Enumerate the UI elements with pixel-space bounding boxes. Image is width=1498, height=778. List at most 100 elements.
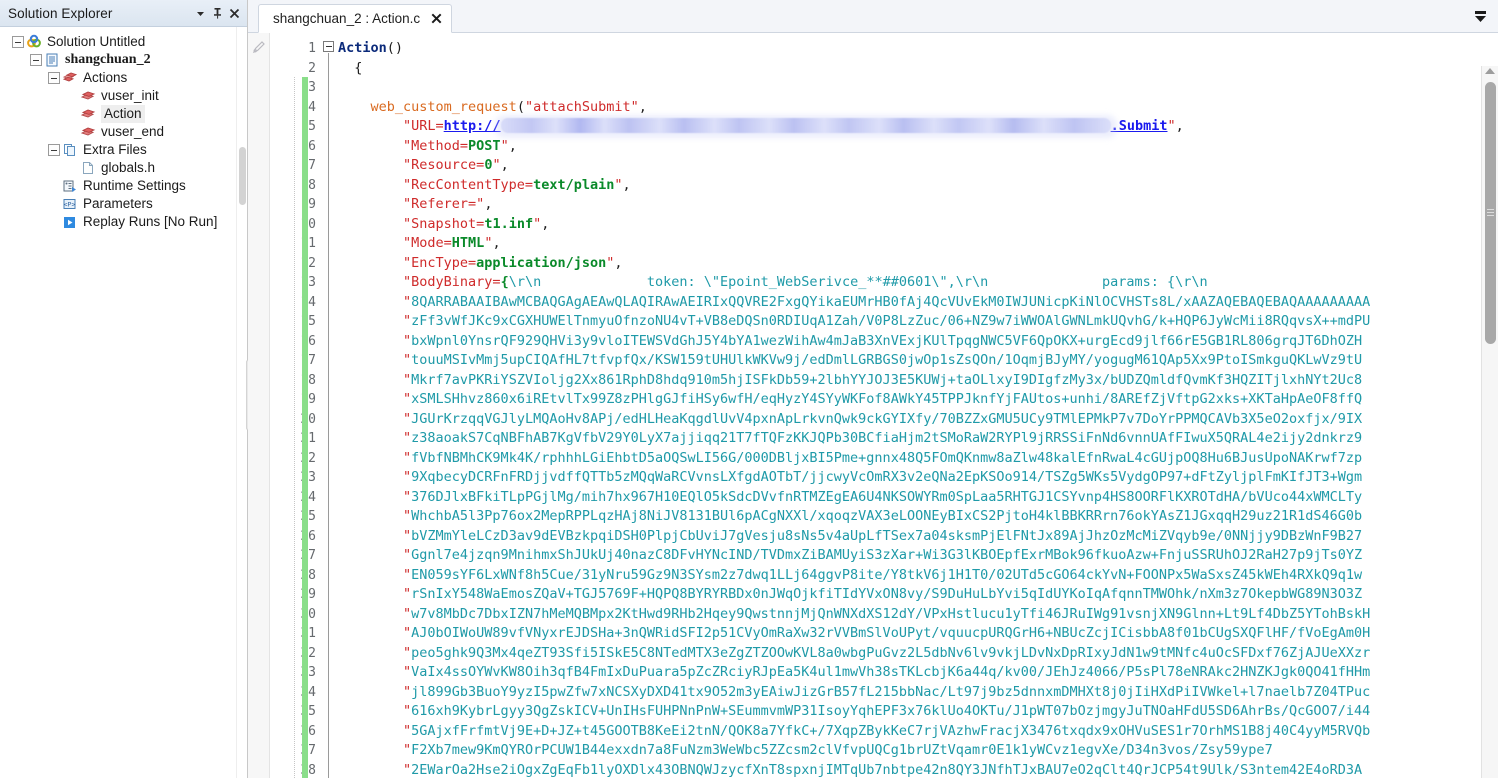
explorer-scroll-thumb[interactable] <box>239 147 246 205</box>
code-token: , <box>614 254 623 271</box>
code-token: " <box>338 742 412 758</box>
tree-item-actions[interactable]: Actions <box>4 69 247 87</box>
collapse-toggle-icon[interactable] <box>48 144 60 156</box>
close-icon[interactable] <box>226 5 243 22</box>
code-line: web_custom_request("attachSubmit", <box>338 98 1498 118</box>
tree-item-solution[interactable]: Solution Untitled <box>4 33 247 51</box>
tree-item-extra-files[interactable]: Extra Files <box>4 141 247 159</box>
tab-action-c[interactable]: shangchuan_2 : Action.c <box>258 4 453 33</box>
code-folding-margin[interactable] <box>322 33 338 778</box>
code-token: w7v8MbDc7DbxIZN7hMeMQBMpx2KtHwd9RHb2Hqey… <box>411 605 1371 622</box>
collapse-toggle-icon[interactable] <box>48 72 60 84</box>
tree-item-project[interactable]: shangchuan_2 <box>4 51 247 69</box>
tree-item-runtime-settings[interactable]: Runtime Settings <box>4 177 247 195</box>
tree-item-label: Parameters <box>83 196 153 211</box>
tree-item-vuser-init[interactable]: vuser_init <box>4 87 247 105</box>
code-token: WhchbA5l3Pp76ox2MepRPPLqzHAj8NiJV8131BUl… <box>411 508 1363 524</box>
editor-tabstrip: shangchuan_2 : Action.c <box>248 0 1498 33</box>
solution-icon <box>26 34 44 50</box>
code-line: "zFf3vWfJKc9xCGXHUWElTnmyuOfnzoNU4vT+VB8… <box>338 312 1498 332</box>
tree-item-label: vuser_end <box>101 124 165 139</box>
redacted-url-blur <box>500 118 1111 133</box>
tree-item-replay-runs[interactable]: Replay Runs [No Run] <box>4 213 247 231</box>
line-number: 35 <box>300 704 316 719</box>
code-token: " <box>338 722 412 739</box>
tree-item-label: vuser_init <box>101 88 159 103</box>
svg-text:<P>: <P> <box>64 201 76 209</box>
line-number: 33 <box>300 665 316 680</box>
scroll-up-arrow-icon[interactable] <box>1485 68 1495 74</box>
editor-vertical-scrollbar[interactable] <box>1481 66 1498 778</box>
code-token: " <box>492 157 501 173</box>
code-token: 5GAjxfFrfmtVj9E+D+JZ+t45GOOTB8KeEi2tnN/Q… <box>411 722 1371 739</box>
code-line: { <box>338 59 1498 79</box>
pin-icon[interactable] <box>209 5 226 22</box>
panel-title: Solution Explorer <box>8 5 113 21</box>
change-indicator-bar <box>302 77 308 778</box>
code-token: " <box>500 137 509 154</box>
code-token: " <box>338 761 412 778</box>
tree-item-label: globals.h <box>101 160 156 175</box>
code-token: " <box>338 410 412 427</box>
tree-item-globals-h[interactable]: globals.h <box>4 159 247 177</box>
code-token: , <box>541 215 550 232</box>
code-token: Action <box>338 40 387 56</box>
code-token: " <box>533 215 542 232</box>
code-token: " <box>338 527 412 544</box>
dropdown-icon[interactable] <box>192 5 209 22</box>
code-token: , <box>492 235 501 251</box>
action-brick-icon <box>80 124 98 140</box>
line-number: 26 <box>300 528 316 544</box>
code-token: "Resource= <box>338 157 485 173</box>
fold-collapse-icon[interactable] <box>323 41 334 52</box>
line-number: 25 <box>300 509 316 524</box>
code-editor[interactable]: 1 2 3 4 5 6 7 8 9 10 11 12 13 14 15 16 17 18 19 20 21 22 23 24 2… <box>248 33 1498 778</box>
code-token: POST <box>468 137 501 154</box>
code-token: , <box>622 176 631 193</box>
code-line: "JGUrKrzqqVGJlyLMQAoHv8APj/edHLHeaKqgdlU… <box>338 410 1498 430</box>
collapse-toggle-icon[interactable] <box>12 36 24 48</box>
line-number: 13 <box>300 275 316 290</box>
code-line: "VaIx4ssOYWvKW8Oih3qfB4FmIxDuPuara5pZcZR… <box>338 663 1498 683</box>
code-text[interactable]: Action() { web_custom_request("attachSub… <box>338 33 1498 778</box>
code-token: " <box>338 430 412 446</box>
code-token: " <box>338 469 412 485</box>
collapse-toggle-icon[interactable] <box>30 54 42 66</box>
vertical-scroll-thumb[interactable] <box>1485 82 1496 344</box>
code-token: "URL= <box>338 118 444 134</box>
code-token: " <box>338 625 412 641</box>
code-token: touuMSIvMmj5upCIQAfHL7tfvpfQx/KSW159tUHU… <box>411 352 1363 368</box>
code-line: "z38aoakS7CqNBFhAB7KgVfbV29Y0LyX7ajjiqq2… <box>338 429 1498 449</box>
code-line: "Mode=HTML", <box>338 234 1498 254</box>
code-token: { <box>500 274 509 290</box>
line-number: 10 <box>300 216 316 232</box>
tree-item-action[interactable]: Action <box>4 105 247 123</box>
tab-label: shangchuan_2 : Action.c <box>273 11 421 26</box>
code-line: "EncType=application/json", <box>338 254 1498 274</box>
runtime-settings-icon <box>62 178 80 194</box>
code-line: "jl899Gb3BuoY9yzI5pwZfw7xNCSXyDXD41tx9O5… <box>338 683 1498 703</box>
tree-item-vuser-end[interactable]: vuser_end <box>4 123 247 141</box>
close-icon[interactable] <box>429 12 443 26</box>
code-token: zFf3vWfJKc9xCGXHUWElTnmyuOfnzoNU4vT+VB8e… <box>411 313 1371 329</box>
code-line: "616xh9KybrLgyy3QgZskICV+UnIHsFUHPNnPnW+… <box>338 702 1498 722</box>
code-line: "Mkrf7avPKRiYSZVIoljg2Xx861RphD8hdq910m5… <box>338 371 1498 391</box>
line-number: 37 <box>300 743 316 758</box>
tab-overflow-dropdown-icon[interactable] <box>1470 6 1490 26</box>
code-token: fVbfNBMhCK9Mk4K/rphhhLGiEhbtD5aOQSwLI56G… <box>411 449 1363 466</box>
code-token: bVZMmYleLCzD3av9dEVBzkpqiDSH0PlpjCbUviJ7… <box>411 527 1363 544</box>
code-token: application/json <box>476 254 607 271</box>
tree-item-label: Actions <box>83 70 128 85</box>
replay-runs-icon <box>62 214 80 230</box>
code-line: "xSMLSHhvz860x6iREtvlTx99Z8zPHlgGJfiHSy6… <box>338 390 1498 410</box>
code-token: peo5ghk9Q3Mx4qeZT93Sfi5ISkE5C8NTedMTX3eZ… <box>411 644 1371 661</box>
editor-area: shangchuan_2 : Action.c 1 2 3 4 5 6 7 8 … <box>248 0 1498 778</box>
code-token: VaIx4ssOYWvKW8Oih3qfB4FmIxDuPuara5pZcZRc… <box>411 664 1371 680</box>
tree-item-parameters[interactable]: <P> Parameters <box>4 195 247 213</box>
code-token: , <box>484 196 493 212</box>
line-number: 18 <box>300 372 316 388</box>
code-token: web_custom_request <box>338 98 517 115</box>
tree-item-label: Replay Runs [No Run] <box>83 214 218 229</box>
code-token: " <box>338 605 412 622</box>
line-number: 4 <box>308 99 316 115</box>
